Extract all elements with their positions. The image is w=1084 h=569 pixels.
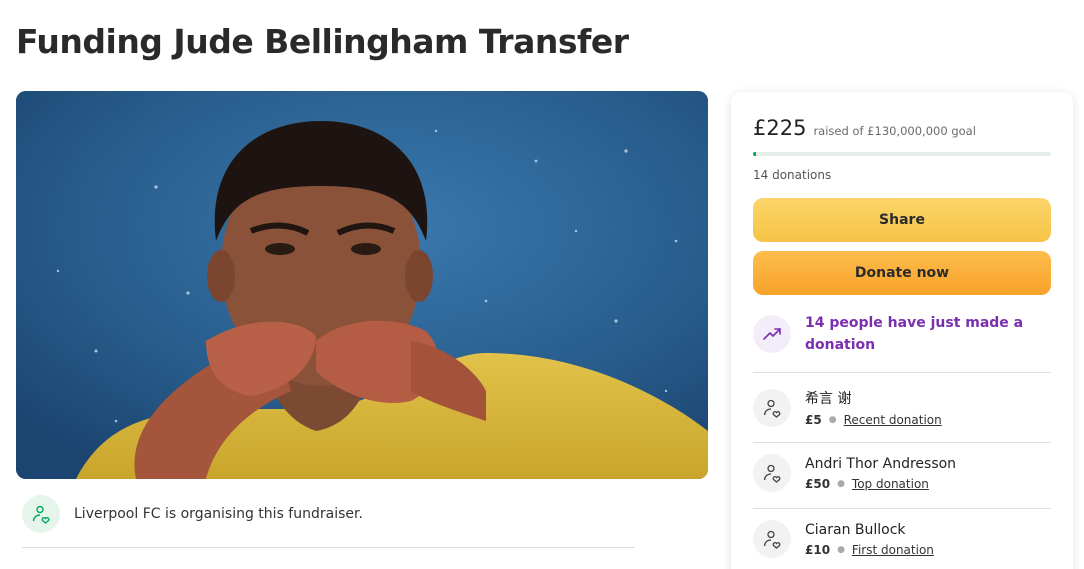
raised-goal: raised of £130,000,000 goal [813,124,976,138]
donation-count: 14 donations [753,168,832,182]
person-heart-icon [753,520,791,558]
person-heart-icon [753,388,791,427]
person-heart-icon [753,454,791,492]
divider [753,442,1051,443]
page-title: Funding Jude Bellingham Transfer [16,22,629,61]
separator-dot: ● [828,415,837,425]
organiser-text: Liverpool FC is organising this fundrais… [74,506,363,522]
raised-amount: £225 [753,116,807,140]
organiser-row: Liverpool FC is organising this fundrais… [22,494,363,534]
donation-amount: £5 [805,413,822,427]
player-photo [16,91,708,479]
separator-dot: ● [837,544,845,555]
share-button[interactable]: Share [753,198,1051,242]
donor-name: 希言 谢 [805,391,852,407]
divider [753,372,1051,373]
recent-activity-notice: 14 people have just made a donation [753,312,1051,356]
trending-up-icon [753,315,791,353]
fundraiser-hero-image [16,91,708,479]
separator-dot: ● [837,478,845,489]
person-heart-icon [22,495,60,533]
donor-name: Ciaran Bullock [805,521,906,538]
recent-donation-link[interactable]: Recent donation [844,413,942,427]
recent-activity-text: 14 people have just made a donation [805,315,1024,353]
progress-bar [753,152,1051,156]
donation-item: Ciaran Bullock £10 ● First donation [753,520,1051,558]
donation-item: Andri Thor Andresson £50 ● Top donation [753,454,1051,492]
donation-sidebar: £225 raised of £130,000,000 goal 14 dona… [731,92,1073,569]
divider [753,508,1051,509]
donate-button[interactable]: Donate now [753,251,1051,295]
top-donation-link[interactable]: Top donation [852,477,929,491]
donation-amount: £50 [805,476,831,491]
donation-amount: £10 [805,542,831,557]
first-donation-link[interactable]: First donation [852,543,934,557]
donor-name: Andri Thor Andresson [805,455,957,472]
divider [22,547,635,548]
progress-fill [753,152,756,156]
raised-summary: £225 raised of £130,000,000 goal [753,116,976,140]
donation-item: 希言 谢 £5 ● Recent donation [753,388,1051,427]
